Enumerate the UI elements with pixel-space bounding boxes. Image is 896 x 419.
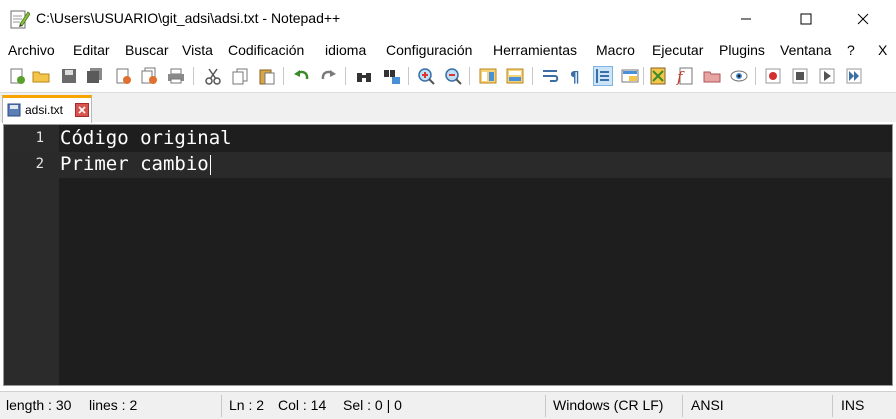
tab-close-button[interactable] xyxy=(75,103,89,117)
run-macro-multiple-icon[interactable] xyxy=(844,66,864,86)
tab-adsi[interactable]: adsi.txt xyxy=(2,95,92,123)
indent-guide-icon[interactable] xyxy=(593,66,613,86)
zoom-in-icon[interactable] xyxy=(416,66,436,86)
status-length: length : 30 xyxy=(6,397,72,413)
line-number: 1 xyxy=(35,130,44,146)
word-wrap-icon[interactable] xyxy=(540,66,560,86)
menu-archivo[interactable]: Archivo xyxy=(8,42,55,58)
menu-editar[interactable]: Editar xyxy=(73,42,110,58)
menu-herramientas[interactable]: Herramientas xyxy=(493,42,577,58)
doc-map-icon[interactable] xyxy=(648,66,668,86)
paste-icon[interactable] xyxy=(257,66,277,86)
show-all-chars-icon[interactable]: ¶ xyxy=(566,66,586,86)
user-defined-lang-icon[interactable] xyxy=(620,66,640,86)
svg-text:¶: ¶ xyxy=(570,68,580,85)
status-bar: length : 30 lines : 2 Ln : 2 Col : 14 Se… xyxy=(0,391,896,419)
menu-close-document[interactable]: X xyxy=(878,42,887,58)
toolbar: ¶ f xyxy=(0,62,896,90)
status-eol[interactable]: Windows (CR LF) xyxy=(553,395,663,417)
copy-icon[interactable] xyxy=(230,66,250,86)
zoom-out-icon[interactable] xyxy=(443,66,463,86)
menu-plugins[interactable]: Plugins xyxy=(719,42,765,58)
status-ln: Ln : 2 xyxy=(229,397,265,413)
replace-icon[interactable] xyxy=(382,66,402,86)
folder-workspace-icon[interactable] xyxy=(702,66,722,86)
sync-horizontal-icon[interactable] xyxy=(505,66,525,86)
editor-line[interactable]: 1 Código original xyxy=(4,126,892,152)
status-encoding[interactable]: ANSI xyxy=(691,395,724,417)
text-editor[interactable]: 1 Código original 2 Primer cambio xyxy=(3,124,893,386)
menu-codificacion[interactable]: Codificación xyxy=(228,42,304,58)
minimize-button[interactable] xyxy=(723,0,769,38)
status-ins-mode[interactable]: INS xyxy=(841,395,864,417)
line-text-current[interactable]: Primer cambio xyxy=(60,153,211,175)
close-doc-icon[interactable] xyxy=(113,66,133,86)
menu-buscar[interactable]: Buscar xyxy=(125,42,169,58)
menu-help[interactable]: ? xyxy=(847,42,855,58)
redo-icon[interactable] xyxy=(318,66,338,86)
editor-line-current[interactable]: 2 Primer cambio xyxy=(4,152,892,178)
saved-document-icon xyxy=(7,103,21,117)
save-all-icon[interactable] xyxy=(85,66,105,86)
line-text[interactable]: Código original xyxy=(60,127,232,149)
open-file-icon[interactable] xyxy=(31,66,51,86)
line-number: 2 xyxy=(35,156,44,172)
window-title: C:\Users\USUARIO\git_adsi\adsi.txt - Not… xyxy=(36,10,341,26)
print-icon[interactable] xyxy=(166,66,186,86)
close-button[interactable] xyxy=(840,0,886,38)
line-text-content: Primer cambio xyxy=(60,153,209,175)
save-icon[interactable] xyxy=(59,66,79,86)
menu-bar: Archivo Editar Buscar Vista Codificación… xyxy=(0,39,896,61)
close-all-icon[interactable] xyxy=(139,66,159,86)
minimize-icon xyxy=(741,18,751,20)
menu-idioma[interactable]: idioma xyxy=(325,42,366,58)
menu-ventana[interactable]: Ventana xyxy=(780,42,831,58)
sync-vertical-icon[interactable] xyxy=(478,66,498,86)
record-macro-icon[interactable] xyxy=(763,66,783,86)
maximize-icon xyxy=(800,13,812,25)
tab-bar: adsi.txt xyxy=(0,92,896,123)
text-caret xyxy=(209,154,211,175)
status-sel: Sel : 0 | 0 xyxy=(343,397,402,413)
function-list-icon[interactable]: f xyxy=(675,66,695,86)
find-icon[interactable] xyxy=(354,66,374,86)
status-lines: lines : 2 xyxy=(89,397,138,413)
monitoring-icon[interactable] xyxy=(729,66,749,86)
play-macro-icon[interactable] xyxy=(817,66,837,86)
tab-close-icon xyxy=(78,106,86,114)
menu-configuracion[interactable]: Configuración xyxy=(386,42,472,58)
menu-vista[interactable]: Vista xyxy=(182,42,213,58)
new-file-icon[interactable] xyxy=(7,66,27,86)
status-col: Col : 14 xyxy=(278,397,327,413)
menu-macro[interactable]: Macro xyxy=(596,42,635,58)
title-bar: C:\Users\USUARIO\git_adsi\adsi.txt - Not… xyxy=(0,0,896,38)
stop-record-icon[interactable] xyxy=(790,66,810,86)
close-icon xyxy=(857,13,869,25)
undo-icon[interactable] xyxy=(292,66,312,86)
notepadpp-icon xyxy=(10,10,30,29)
tab-label: adsi.txt xyxy=(25,103,64,117)
maximize-button[interactable] xyxy=(783,0,829,38)
menu-ejecutar[interactable]: Ejecutar xyxy=(652,42,703,58)
cut-icon[interactable] xyxy=(203,66,223,86)
